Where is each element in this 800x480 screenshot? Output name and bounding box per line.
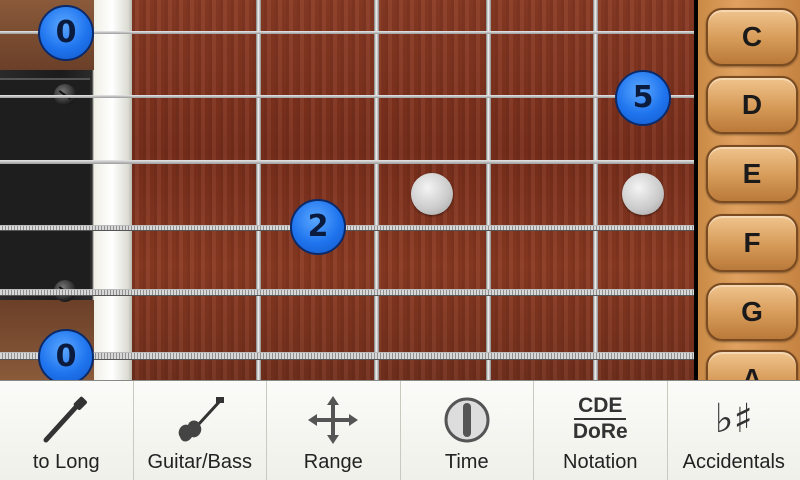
note-marker[interactable]: 0 (38, 5, 94, 61)
note-button-g[interactable]: G (706, 283, 798, 341)
string-2[interactable] (0, 95, 694, 98)
time-button[interactable]: Time (401, 381, 534, 480)
note-button-e[interactable]: E (706, 145, 798, 203)
notation-icon: CDE DoRe (570, 395, 630, 445)
nut-plate (0, 78, 90, 292)
fret-inlay-dot (411, 173, 453, 215)
string-4[interactable] (0, 225, 694, 231)
time-label: Time (444, 451, 489, 473)
note-marker[interactable]: 0 (38, 329, 94, 385)
notation-icon-bottom: DoRe (572, 420, 628, 443)
notation-button[interactable]: CDE DoRe Notation (534, 381, 668, 480)
note-button-c[interactable]: C (706, 8, 798, 66)
guitar-neck-icon (43, 396, 88, 443)
guitar-bass-button[interactable]: Guitar/Bass (134, 381, 267, 480)
accidentals-label: Accidentals (682, 451, 785, 473)
note-marker[interactable]: 2 (290, 199, 346, 255)
string-5[interactable] (0, 289, 694, 296)
bottom-toolbar: to Long Guitar/Bass Range Time CDE DoRe … (0, 380, 800, 480)
fret-wire-3 (486, 0, 491, 380)
move-arrows-icon (308, 396, 359, 444)
accidentals-button[interactable]: ♭♯ Accidentals (668, 381, 800, 480)
notation-label: Notation (563, 451, 638, 473)
string-6[interactable] (0, 352, 694, 360)
fret-wire-1 (256, 0, 261, 380)
fret-wire-4 (593, 0, 598, 380)
fretboard[interactable] (132, 0, 694, 380)
string-1[interactable] (0, 31, 694, 34)
note-button-column: C D E F G A (694, 0, 800, 408)
guitar-icon (178, 397, 224, 442)
note-button-f[interactable]: F (706, 214, 798, 272)
to-long-label: to Long (32, 451, 100, 473)
notation-icon-top: CDE (578, 394, 623, 417)
range-button[interactable]: Range (267, 381, 401, 480)
to-long-button[interactable]: to Long (0, 381, 134, 480)
flat-sharp-icon: ♭♯ (714, 396, 753, 442)
fret-wire-2 (374, 0, 379, 380)
note-button-d[interactable]: D (706, 76, 798, 134)
timer-icon (444, 397, 490, 443)
app-screen: 0 5 2 0 C D E F G A to Long Guitar/Bass (0, 0, 800, 480)
guitar-bass-label: Guitar/Bass (147, 451, 252, 473)
string-3[interactable] (0, 160, 694, 164)
note-marker[interactable]: 5 (615, 70, 671, 126)
fret-inlay-dot (622, 173, 664, 215)
range-label: Range (303, 451, 363, 473)
